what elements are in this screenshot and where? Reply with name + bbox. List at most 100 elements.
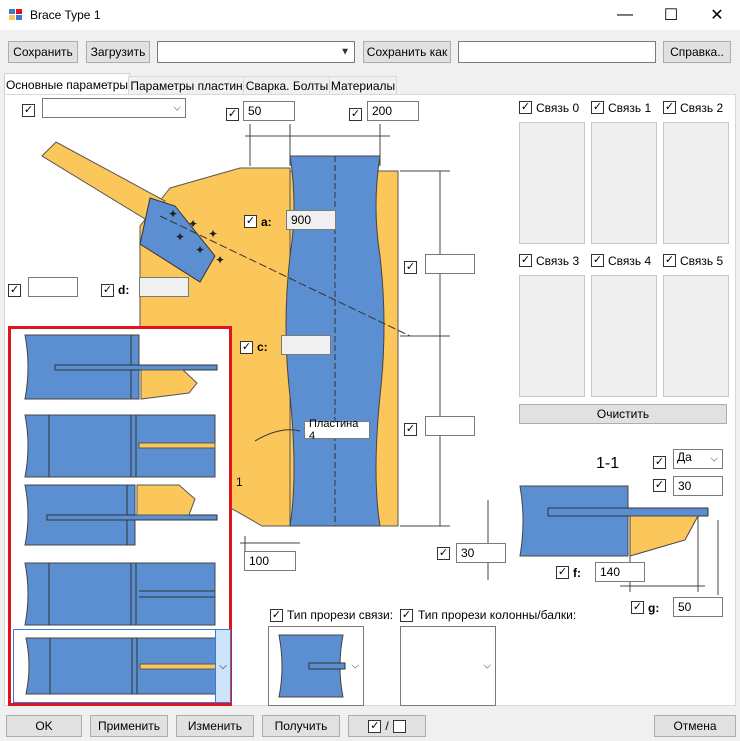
link0-label: Связь 0	[536, 101, 580, 115]
link1-checkbox[interactable]: ✓	[591, 101, 604, 114]
close-button[interactable]: ✕	[694, 0, 740, 30]
f-input[interactable]: 140	[595, 562, 645, 582]
slot-option-selected	[25, 637, 217, 695]
svg-text:✦: ✦	[208, 227, 218, 241]
section-marker: 1	[236, 475, 243, 489]
slot-selected-item[interactable]: ⌵	[13, 629, 231, 703]
w1-input[interactable]: 50	[243, 101, 295, 121]
right-top-checkbox[interactable]: ✓	[404, 261, 417, 274]
d-label: d:	[118, 283, 130, 297]
link2-checkbox[interactable]: ✓	[663, 101, 676, 114]
section-label: 1-1	[596, 455, 620, 472]
clear-button[interactable]: Очистить	[519, 404, 727, 424]
maximize-button[interactable]: ☐	[648, 0, 694, 30]
brace-slot-preview	[278, 634, 346, 698]
link1-label: Связь 1	[608, 101, 652, 115]
brace-slot-label: Тип прорези связи:	[287, 608, 394, 622]
chevron-down-icon[interactable]: ⌵	[215, 630, 230, 702]
v30a-checkbox[interactable]: ✓	[437, 547, 450, 560]
link3-checkbox[interactable]: ✓	[519, 254, 532, 267]
yes-value: Да	[677, 450, 692, 464]
column-slot-combo[interactable]: ⌵	[400, 626, 496, 706]
slot-type-dropdown-list: ⌵	[8, 326, 232, 706]
link2-label: Связь 2	[680, 101, 724, 115]
link0-checkbox[interactable]: ✓	[519, 101, 532, 114]
ok-button[interactable]: OK	[6, 715, 82, 737]
brace-slot-checkbox[interactable]: ✓	[270, 609, 283, 622]
c-checkbox[interactable]: ✓	[240, 341, 253, 354]
bottom-input[interactable]: 100	[244, 551, 296, 571]
unchecked-icon	[392, 719, 406, 733]
right-top-input[interactable]	[425, 254, 475, 274]
c-input[interactable]	[281, 335, 331, 355]
chevron-down-icon: ▼	[340, 46, 350, 58]
app-icon	[9, 9, 22, 20]
link5-slot[interactable]	[663, 275, 729, 397]
slot-option-2[interactable]	[19, 409, 219, 481]
title-bar: Brace Type 1 — ☐ ✕	[0, 0, 740, 30]
chevron-down-icon: ⌵	[351, 660, 359, 672]
column-slot-checkbox[interactable]: ✓	[400, 609, 413, 622]
w2-input[interactable]: 200	[367, 101, 419, 121]
load-button[interactable]: Загрузить	[86, 41, 150, 63]
link1-slot[interactable]	[591, 122, 657, 244]
slot-option-1[interactable]	[19, 331, 219, 403]
w2-checkbox[interactable]: ✓	[349, 108, 362, 121]
right-mid-input[interactable]	[425, 416, 475, 436]
tab-materials[interactable]: Материалы	[329, 76, 397, 95]
a-input[interactable]: 900	[286, 210, 336, 230]
svg-text:✦: ✦	[188, 217, 198, 231]
toggle-checks-button[interactable]: ✓ /	[348, 715, 426, 737]
column-slot-label: Тип прорези колонны/балки:	[418, 608, 577, 622]
top-combo-checkbox[interactable]: ✓	[22, 104, 35, 117]
brace-slot-combo[interactable]: ⌵	[268, 626, 364, 706]
g-input[interactable]: 50	[673, 597, 723, 617]
link3-slot[interactable]	[519, 275, 585, 397]
left-input[interactable]	[28, 277, 78, 297]
svg-text:✦: ✦	[168, 207, 178, 221]
d-input[interactable]	[139, 277, 189, 297]
slot-option-4[interactable]	[19, 559, 219, 631]
svg-text:✦: ✦	[195, 243, 205, 257]
yes-combo[interactable]: Да ⌵	[673, 449, 723, 469]
tab-main-params[interactable]: Основные параметры	[4, 73, 130, 96]
link2-slot[interactable]	[663, 122, 729, 244]
tab-plate-params[interactable]: Параметры пластин	[128, 76, 245, 95]
change-button[interactable]: Изменить	[176, 715, 254, 737]
cancel-button[interactable]: Отмена	[654, 715, 736, 737]
g-label: g:	[648, 601, 660, 615]
section-drawing	[487, 485, 719, 595]
g-checkbox[interactable]: ✓	[631, 601, 644, 614]
d-checkbox[interactable]: ✓	[101, 284, 114, 297]
top-combo[interactable]: ⌵	[42, 98, 186, 118]
f-label: f:	[573, 566, 581, 580]
save-button[interactable]: Сохранить	[8, 41, 78, 63]
brace-end	[41, 141, 166, 223]
help-button[interactable]: Справка..	[663, 41, 731, 63]
toggle-separator: /	[385, 719, 389, 733]
tab-welding-bolts[interactable]: Сварка. Болты	[243, 76, 331, 95]
left-checkbox[interactable]: ✓	[8, 284, 21, 297]
slot-option-3[interactable]	[19, 481, 219, 553]
link0-slot[interactable]	[519, 122, 585, 244]
right-mid-checkbox[interactable]: ✓	[404, 423, 417, 436]
window-title: Brace Type 1	[30, 8, 101, 22]
link5-checkbox[interactable]: ✓	[663, 254, 676, 267]
yes-checkbox[interactable]: ✓	[653, 456, 666, 469]
section-brace	[519, 485, 629, 557]
link4-checkbox[interactable]: ✓	[591, 254, 604, 267]
link4-slot[interactable]	[591, 275, 657, 397]
a-checkbox[interactable]: ✓	[244, 215, 257, 228]
apply-button[interactable]: Применить	[90, 715, 168, 737]
chevron-down-icon: ⌵	[173, 102, 181, 114]
get-button[interactable]: Получить	[262, 715, 340, 737]
v30a-input[interactable]: 30	[456, 543, 506, 563]
minimize-button[interactable]: —	[602, 0, 648, 30]
preset-combo[interactable]: ▼	[157, 41, 355, 63]
checked-icon: ✓	[368, 719, 382, 733]
save-as-input[interactable]	[458, 41, 656, 63]
w1-checkbox[interactable]: ✓	[226, 108, 239, 121]
save-as-button[interactable]: Сохранить как	[363, 41, 451, 63]
f-checkbox[interactable]: ✓	[556, 566, 569, 579]
link5-label: Связь 5	[680, 254, 724, 268]
